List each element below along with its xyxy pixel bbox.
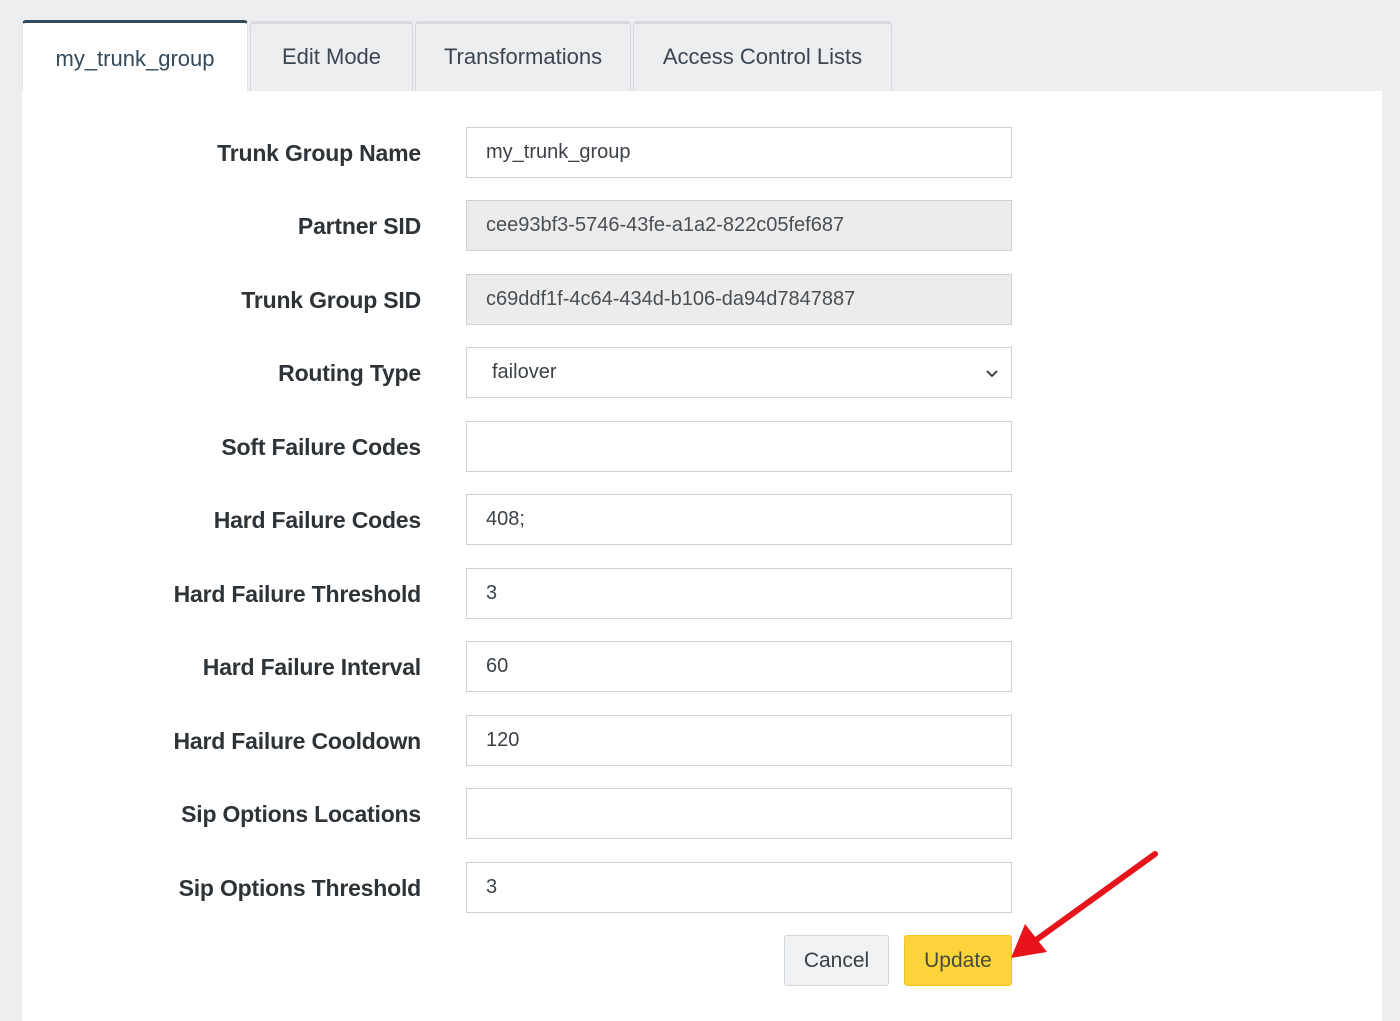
routing-type-select[interactable]: failover (466, 347, 1012, 398)
soft-failure-codes-input[interactable] (466, 421, 1012, 472)
tab-transformations[interactable]: Transformations (415, 21, 631, 92)
trunk-group-form: Trunk Group Name Partner SID Trunk Group… (22, 91, 1382, 1021)
form-row-routing-type: Routing Type failover (22, 347, 1382, 399)
form-row-trunk-group-sid: Trunk Group SID (22, 274, 1382, 326)
form-row-trunk-group-name: Trunk Group Name (22, 127, 1382, 179)
hard-failure-cooldown-input[interactable] (466, 715, 1012, 766)
form-row-hard-failure-threshold: Hard Failure Threshold (22, 568, 1382, 620)
update-button-label: Update (924, 948, 992, 972)
hard-failure-cooldown-label: Hard Failure Cooldown (173, 728, 421, 754)
form-row-hard-failure-codes: Hard Failure Codes (22, 494, 1382, 546)
cancel-button[interactable]: Cancel (784, 935, 889, 986)
form-row-soft-failure-codes: Soft Failure Codes (22, 421, 1382, 473)
trunk-group-name-input[interactable] (466, 127, 1012, 178)
trunk-group-name-label: Trunk Group Name (217, 140, 421, 166)
chevron-down-icon (986, 369, 998, 377)
tab-label: Transformations (443, 44, 603, 69)
form-row-hard-failure-cooldown: Hard Failure Cooldown (22, 715, 1382, 767)
tab-my-trunk-group[interactable]: my_trunk_group (22, 20, 248, 92)
hard-failure-codes-label: Hard Failure Codes (213, 507, 421, 533)
hard-failure-interval-input[interactable] (466, 641, 1012, 692)
hard-failure-codes-input[interactable] (466, 494, 1012, 545)
trunk-group-sid-field (466, 274, 1012, 325)
soft-failure-codes-label: Soft Failure Codes (221, 434, 421, 460)
tab-access-control-lists[interactable]: Access Control Lists (633, 21, 892, 92)
form-row-hard-failure-interval: Hard Failure Interval (22, 641, 1382, 693)
form-row-sip-options-locations: Sip Options Locations (22, 788, 1382, 840)
tab-edit-mode[interactable]: Edit Mode (250, 21, 413, 92)
hard-failure-threshold-label: Hard Failure Threshold (173, 581, 422, 607)
sip-options-threshold-input[interactable] (466, 862, 1012, 913)
sip-options-locations-label: Sip Options Locations (181, 801, 421, 827)
hard-failure-interval-label: Hard Failure Interval (202, 654, 421, 680)
tab-label: Edit Mode (281, 44, 382, 69)
hard-failure-threshold-input[interactable] (466, 568, 1012, 619)
form-row-partner-sid: Partner SID (22, 200, 1382, 252)
partner-sid-field (466, 200, 1012, 251)
form-row-sip-options-threshold: Sip Options Threshold (22, 862, 1382, 914)
routing-type-label: Routing Type (278, 360, 421, 386)
tab-label: my_trunk_group (55, 45, 215, 71)
tab-bar: my_trunk_group Edit Mode Transformations… (22, 20, 894, 92)
cancel-button-label: Cancel (803, 948, 870, 972)
routing-type-selected-value: failover (492, 361, 557, 383)
trunk-group-sid-label: Trunk Group SID (241, 287, 421, 313)
partner-sid-label: Partner SID (297, 213, 421, 239)
tab-label: Access Control Lists (662, 44, 863, 69)
sip-options-threshold-label: Sip Options Threshold (178, 875, 422, 901)
update-button[interactable]: Update (904, 935, 1012, 986)
sip-options-locations-input[interactable] (466, 788, 1012, 839)
